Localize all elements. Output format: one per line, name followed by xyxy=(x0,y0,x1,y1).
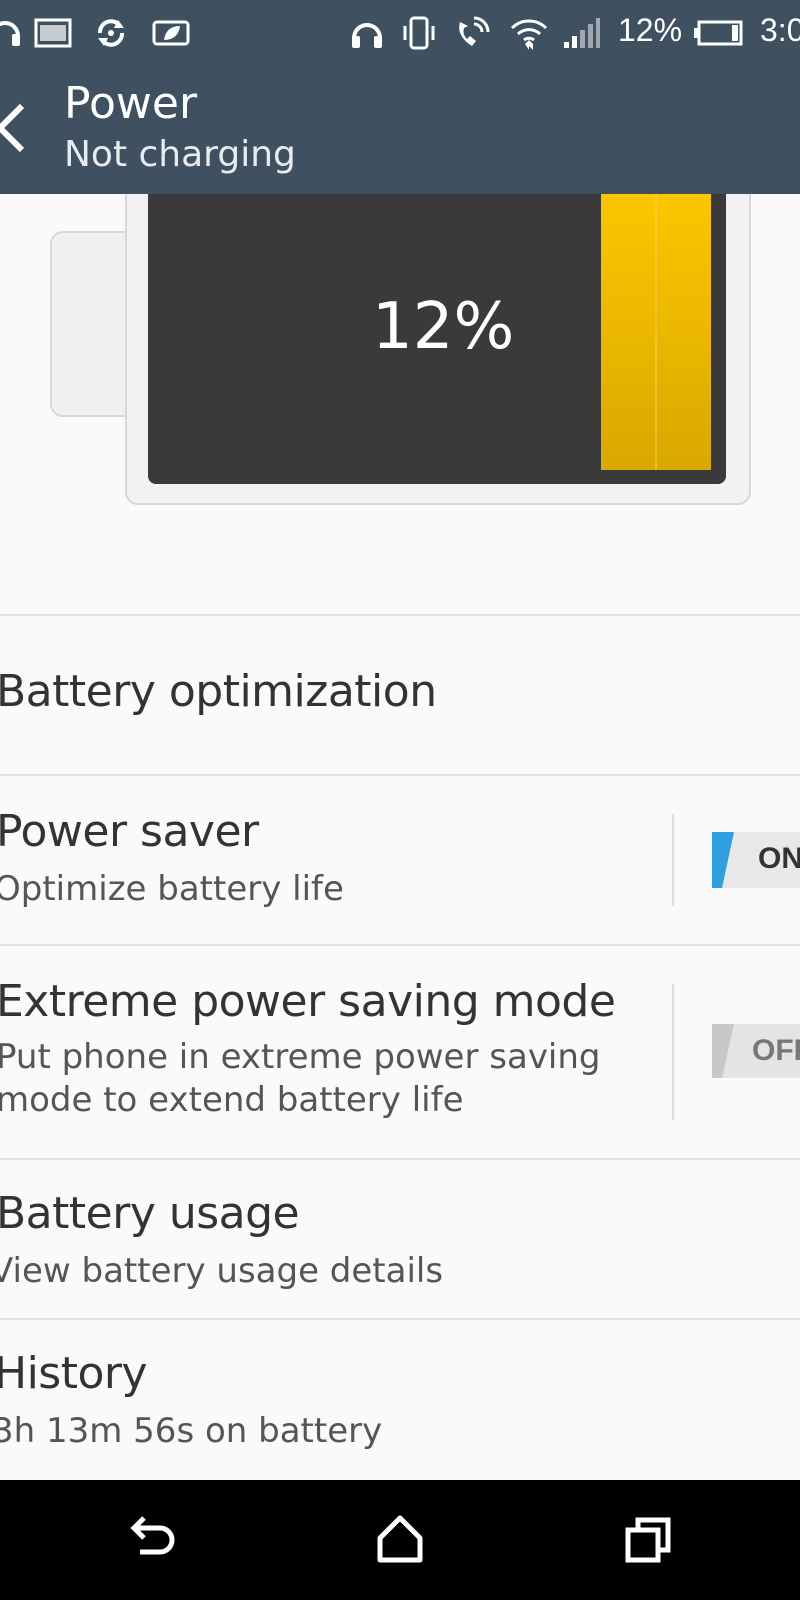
signal-icon xyxy=(564,18,600,48)
vertical-separator xyxy=(672,984,674,1120)
battery-icon xyxy=(694,20,743,46)
status-bar: 12% 3:0 xyxy=(0,0,800,66)
list-item-extreme-power-saving[interactable]: Extreme power saving mode Put phone in e… xyxy=(0,946,800,1158)
headphones-icon xyxy=(352,23,382,48)
item-subtitle-line1: Put phone in extreme power saving xyxy=(0,1037,601,1077)
item-title: Extreme power saving mode xyxy=(0,976,616,1027)
item-title: Power saver xyxy=(0,806,259,857)
clock: 3:0 xyxy=(760,12,800,48)
sync-icon xyxy=(98,19,124,47)
power-saver-toggle[interactable]: ON xyxy=(712,832,800,893)
back-arrow-icon[interactable] xyxy=(0,100,32,156)
vibrate-icon xyxy=(403,16,435,50)
list-item-battery-optimization[interactable]: Battery optimization xyxy=(0,616,800,774)
item-subtitle: Optimize battery life xyxy=(0,869,344,909)
battery-graphic xyxy=(50,173,751,505)
page-subtitle: Not charging xyxy=(64,134,296,175)
vertical-separator xyxy=(672,814,674,906)
extreme-power-saving-toggle[interactable]: OFF xyxy=(712,1024,800,1083)
headset-icon xyxy=(0,21,20,46)
item-title: Battery usage xyxy=(0,1188,300,1239)
list-item-battery-usage[interactable]: Battery usage View battery usage details xyxy=(0,1160,800,1318)
item-subtitle: View battery usage details xyxy=(0,1251,444,1291)
image-icon xyxy=(34,18,72,48)
list-item-history[interactable]: History 3h 13m 56s on battery xyxy=(0,1320,800,1478)
toggle-label: OFF xyxy=(752,1034,800,1067)
recent-apps-icon[interactable] xyxy=(620,1510,680,1570)
wifi-icon xyxy=(510,19,548,50)
item-subtitle: 3h 13m 56s on battery xyxy=(0,1411,383,1451)
wifi-calling-icon xyxy=(459,16,490,46)
page-title: Power xyxy=(64,78,198,129)
battery-illustration: 12% xyxy=(0,173,800,614)
battery-percent-text: 12% xyxy=(618,12,683,48)
app-bar: Power Not charging xyxy=(0,66,800,194)
item-title: History xyxy=(0,1348,148,1399)
navigation-bar xyxy=(0,1480,800,1600)
leaf-icon xyxy=(152,20,190,46)
list-item-power-saver[interactable]: Power saver Optimize battery life ON xyxy=(0,776,800,944)
toggle-label: ON xyxy=(758,842,800,875)
home-icon[interactable] xyxy=(370,1510,430,1570)
back-icon[interactable] xyxy=(122,1510,182,1570)
item-subtitle-line2: mode to extend battery life xyxy=(0,1080,464,1120)
item-title: Battery optimization xyxy=(0,666,437,717)
battery-level-label: 12% xyxy=(372,290,515,364)
